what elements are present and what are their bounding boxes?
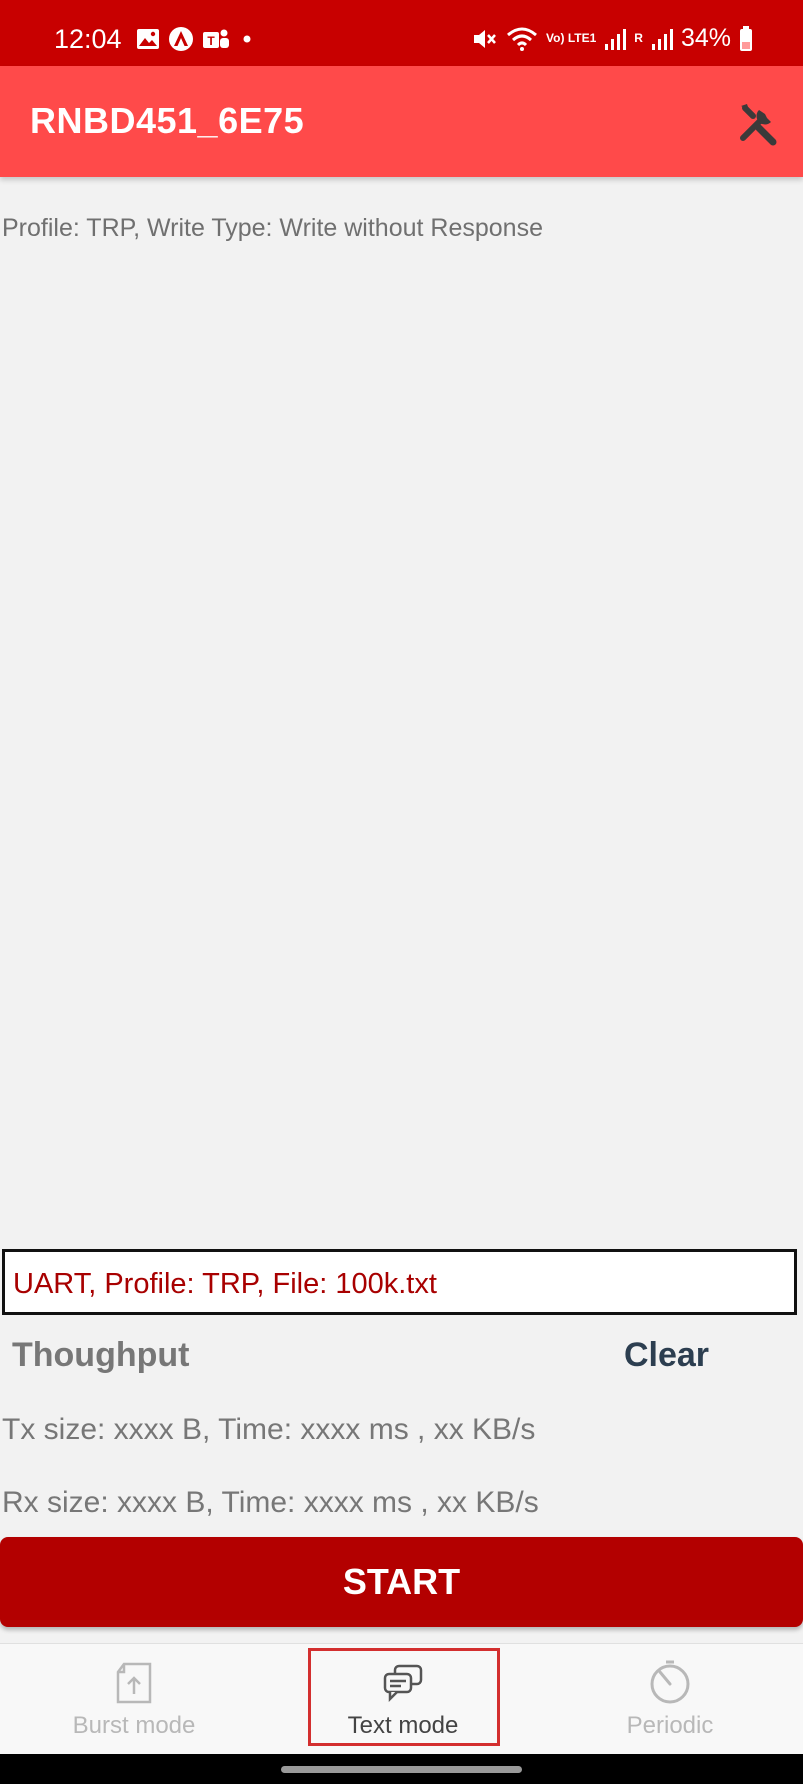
- nav-burst-mode[interactable]: Burst mode: [50, 1644, 218, 1754]
- nav-burst-label: Burst mode: [72, 1712, 196, 1739]
- nav-periodic-label: Periodic: [626, 1712, 714, 1739]
- rx-stats: Rx size: xxxx B, Time: xxxx ms , xx KB/s: [2, 1486, 539, 1519]
- chat-icon: [383, 1664, 423, 1703]
- file-upload-icon: [116, 1662, 152, 1704]
- uart-file-field[interactable]: UART, Profile: TRP, File: 100k.txt: [2, 1249, 797, 1315]
- nav-periodic[interactable]: Periodic: [590, 1644, 750, 1754]
- volte-label: Vo) LTE1: [546, 31, 597, 45]
- start-button[interactable]: START: [0, 1537, 803, 1627]
- gallery-icon: [137, 29, 159, 49]
- battery-icon: [740, 25, 752, 51]
- status-bar: 12:04 T Vo) LTE1 R 34%: [0, 0, 803, 66]
- status-left-icons: T: [136, 26, 256, 52]
- tx-stats: Tx size: xxxx B, Time: xxxx ms , xx KB/s: [2, 1413, 536, 1446]
- svg-text:T: T: [207, 34, 215, 48]
- tools-icon: [740, 104, 777, 146]
- bottom-nav: Burst mode Text mode Periodic: [0, 1643, 803, 1754]
- status-time: 12:04: [54, 24, 122, 54]
- uart-file-text: UART, Profile: TRP, File: 100k.txt: [13, 1268, 437, 1300]
- timer-icon: [650, 1660, 690, 1704]
- battery-percent: 34%: [680, 24, 731, 52]
- signal-icon-2: [651, 28, 673, 50]
- teams-icon: T: [203, 29, 229, 48]
- wifi-icon: [507, 27, 538, 51]
- profile-info: Profile: TRP, Write Type: Write without …: [2, 214, 543, 242]
- clear-button[interactable]: Clear: [624, 1336, 709, 1375]
- dot-icon: [243, 35, 251, 43]
- tools-button[interactable]: [735, 100, 781, 146]
- mute-icon: [474, 29, 496, 48]
- signal-icon: [605, 28, 627, 50]
- throughput-title: Thoughput: [12, 1336, 190, 1374]
- sim2-label: R: [634, 31, 643, 45]
- app-bar: RNBD451_6E75: [0, 66, 803, 177]
- app-icon: [169, 27, 193, 51]
- status-right-icons: Vo) LTE1 R 34%: [472, 24, 753, 53]
- nav-text-label: Text mode: [347, 1712, 459, 1739]
- system-nav-bar: [0, 1754, 803, 1784]
- home-gesture-bar[interactable]: [281, 1766, 522, 1773]
- device-title: RNBD451_6E75: [30, 100, 305, 141]
- nav-text-mode[interactable]: Text mode: [308, 1644, 498, 1754]
